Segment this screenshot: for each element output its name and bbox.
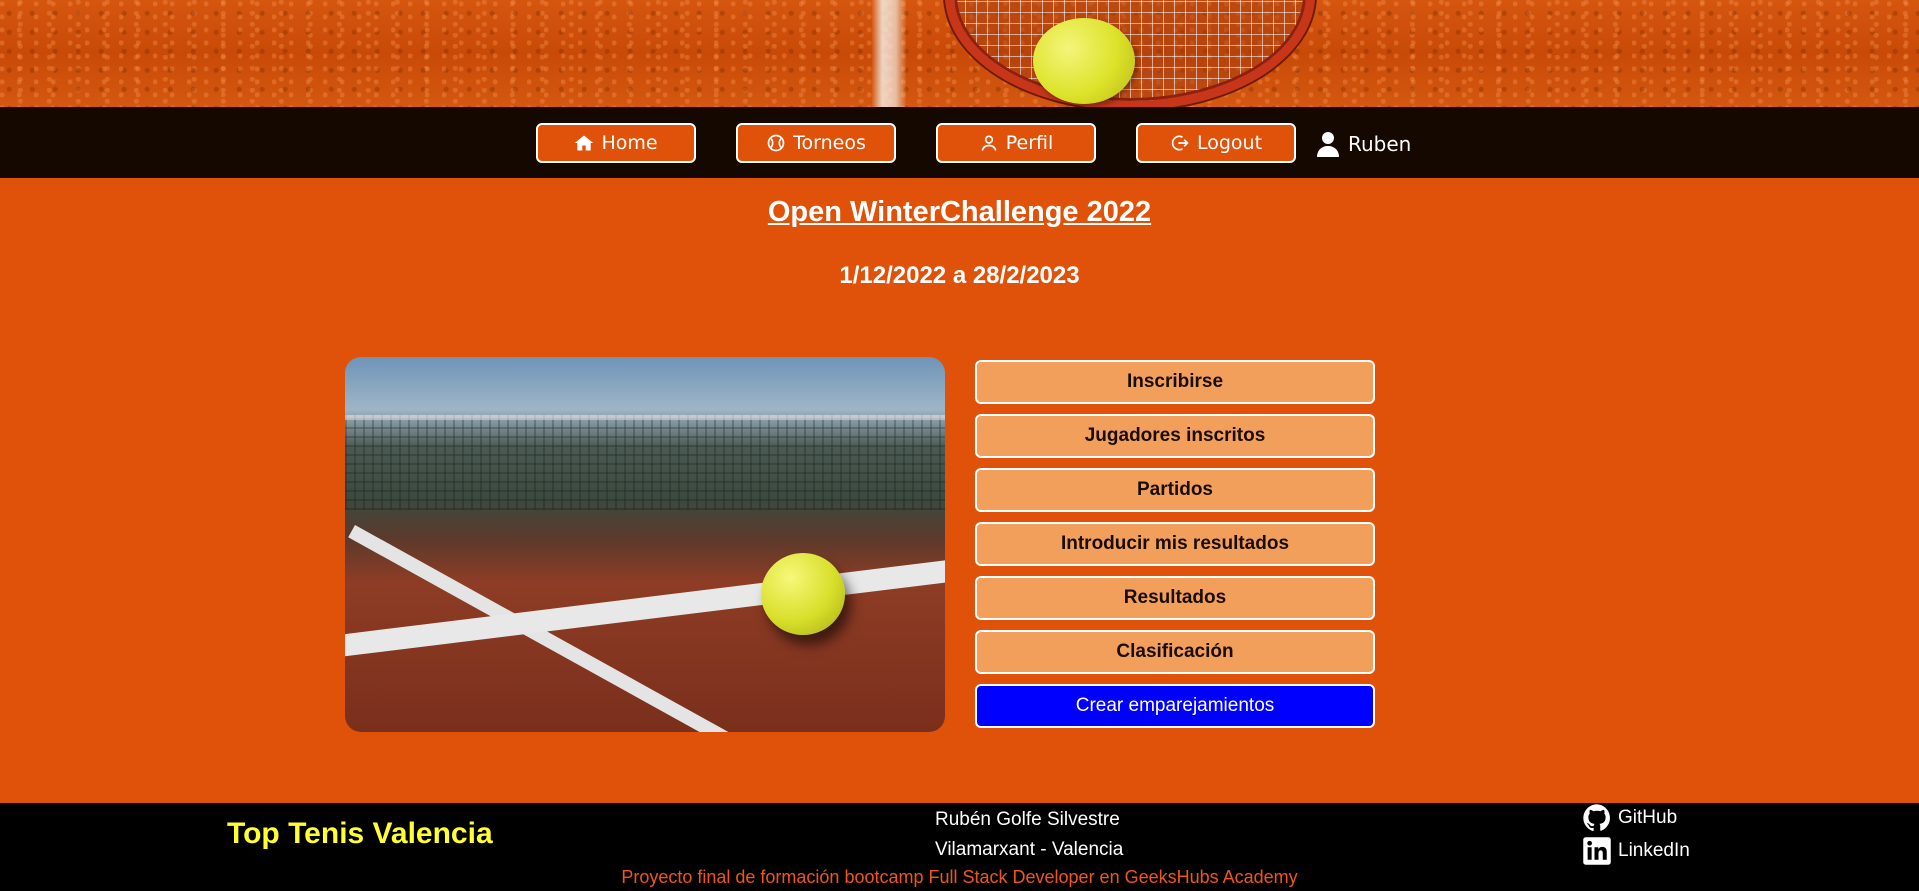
- tennis-ball-icon: [767, 134, 785, 152]
- navbar: Home Torneos Perfil Logout Ruben: [0, 107, 1919, 178]
- footer-brand: Top Tenis Valencia: [227, 817, 493, 850]
- nav-perfil-button[interactable]: Perfil: [936, 123, 1096, 163]
- footer-location: Vilamarxant - Valencia: [935, 839, 1124, 860]
- current-user: Ruben: [1316, 129, 1411, 159]
- linkedin-icon: [1583, 837, 1611, 865]
- tennis-ball-image: [761, 553, 845, 635]
- tournament-photo: [345, 357, 945, 732]
- nav-logout-button[interactable]: Logout: [1136, 123, 1296, 163]
- header-banner: [0, 0, 1919, 107]
- inscribirse-button[interactable]: Inscribirse: [975, 360, 1375, 404]
- nav-perfil-label: Perfil: [1005, 132, 1054, 154]
- user-icon: [1317, 132, 1339, 157]
- net-band: [345, 415, 945, 420]
- tournament-actions: Inscribirse Jugadores inscritos Partidos…: [975, 360, 1375, 738]
- linkedin-link[interactable]: LinkedIn: [1582, 836, 1690, 866]
- tournament-dates: 1/12/2022 a 28/2/2023: [839, 262, 1080, 289]
- github-label: GitHub: [1618, 807, 1678, 828]
- person-icon: [981, 135, 997, 151]
- nav-home-label: Home: [601, 132, 658, 154]
- resultados-button[interactable]: Resultados: [975, 576, 1375, 620]
- nav-logout-label: Logout: [1196, 132, 1263, 154]
- footer: Top Tenis Valencia Rubén Golfe Silvestre…: [0, 803, 1919, 891]
- nav-home-button[interactable]: Home: [536, 123, 696, 163]
- court-line-base: [345, 551, 945, 661]
- nav-torneos-button[interactable]: Torneos: [736, 123, 896, 163]
- court-line: [872, 0, 906, 107]
- crear-emparejamientos-button[interactable]: Crear emparejamientos: [975, 684, 1375, 728]
- logout-icon: [1171, 135, 1189, 151]
- footer-credit: Proyecto final de formación bootcamp Ful…: [621, 867, 1298, 887]
- tournament-title: Open WinterChallenge 2022: [767, 196, 1152, 228]
- home-icon: [575, 135, 594, 151]
- footer-author: Rubén Golfe Silvestre: [935, 809, 1120, 830]
- net-image: [345, 415, 945, 510]
- linkedin-label: LinkedIn: [1618, 840, 1690, 861]
- github-icon: [1583, 804, 1610, 832]
- github-link[interactable]: GitHub: [1582, 803, 1677, 833]
- tennis-ball-image: [1033, 18, 1135, 104]
- user-name: Ruben: [1348, 132, 1412, 156]
- partidos-button[interactable]: Partidos: [975, 468, 1375, 512]
- introducir-resultados-button[interactable]: Introducir mis resultados: [975, 522, 1375, 566]
- clasificacion-button[interactable]: Clasificación: [975, 630, 1375, 674]
- jugadores-inscritos-button[interactable]: Jugadores inscritos: [975, 414, 1375, 458]
- nav-torneos-label: Torneos: [793, 132, 866, 154]
